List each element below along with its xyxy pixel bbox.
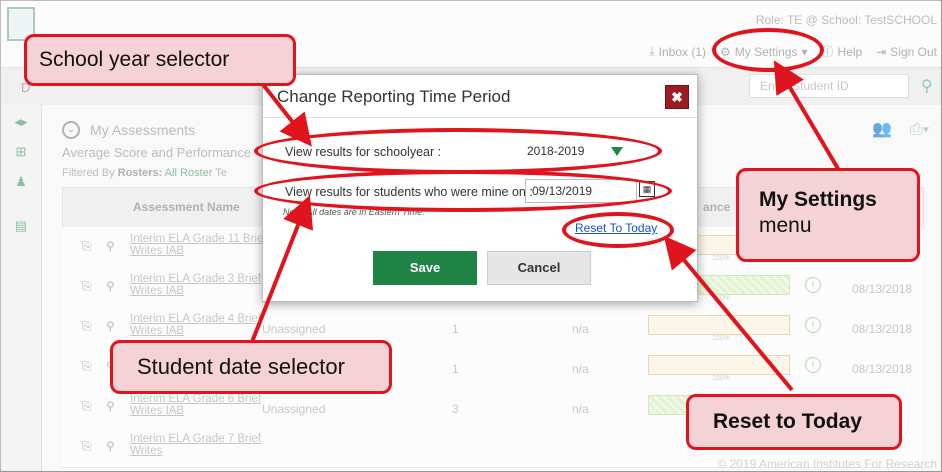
callout-my-settings-title: My Settings bbox=[759, 188, 877, 211]
close-icon[interactable]: ✖ bbox=[665, 85, 689, 109]
date-highlight-ellipse bbox=[254, 170, 672, 212]
save-button[interactable]: Save bbox=[373, 251, 477, 285]
callout-reset-today: Reset to Today bbox=[686, 394, 902, 450]
cancel-button[interactable]: Cancel bbox=[487, 251, 591, 285]
callout-school-year: School year selector bbox=[24, 34, 296, 86]
schoolyear-highlight-ellipse bbox=[254, 128, 662, 174]
divider bbox=[263, 117, 697, 118]
callout-student-date: Student date selector bbox=[110, 340, 392, 394]
settings-highlight-ellipse bbox=[712, 28, 824, 72]
dialog-title: Change Reporting Time Period bbox=[277, 87, 511, 106]
callout-my-settings: My Settings menu bbox=[736, 168, 920, 262]
callout-my-settings-sub: menu bbox=[759, 214, 812, 237]
reset-highlight-ellipse bbox=[562, 212, 674, 248]
